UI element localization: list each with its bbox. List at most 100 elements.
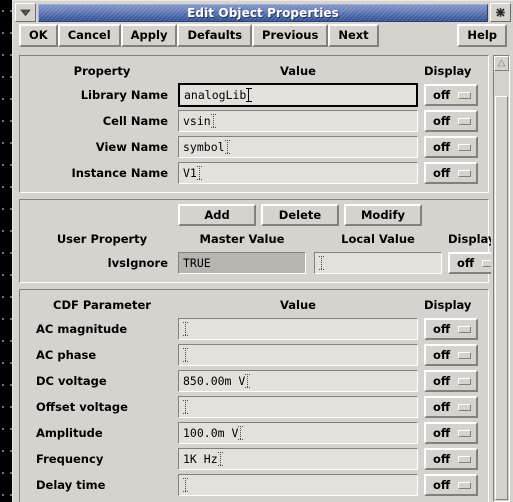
amplitude-display-value: off — [433, 426, 451, 440]
option-menu-indicator-icon — [458, 455, 471, 463]
ac-magnitude-input[interactable] — [178, 318, 418, 340]
cdf-header-name: CDF Parameter — [53, 298, 151, 312]
table-row: View Name symbol off — [26, 134, 482, 160]
dc-voltage-input[interactable]: 850.00m V — [178, 370, 418, 392]
offset-voltage-display-value: off — [433, 400, 451, 414]
lvsignore-display-value: off — [457, 256, 475, 270]
delay-time-input[interactable] — [178, 474, 418, 496]
frequency-display-menu[interactable]: off — [424, 448, 478, 470]
ac-phase-label: AC phase — [36, 348, 97, 362]
table-row: Cell Name vsin off — [26, 108, 482, 134]
modify-button[interactable]: Modify — [344, 204, 422, 226]
edit-object-properties-window: Edit Object Properties OK Cancel Apply D… — [12, 0, 513, 502]
triangle-up-icon — [497, 57, 506, 70]
text-caret — [183, 322, 189, 336]
view-name-label: View Name — [95, 140, 168, 154]
offset-voltage-input[interactable] — [178, 396, 418, 418]
dialog-content: Property Value Display Library Name anal… — [17, 55, 491, 502]
instance-name-display-menu[interactable]: off — [424, 162, 478, 184]
option-menu-indicator-icon — [458, 403, 471, 411]
table-row: DC voltage 850.00m V off — [26, 368, 482, 394]
user-property-header-local: Local Value — [341, 232, 415, 246]
cell-name-display-value: off — [433, 114, 451, 128]
window-close-button[interactable] — [490, 3, 511, 22]
add-button[interactable]: Add — [178, 204, 256, 226]
text-caret — [210, 114, 217, 128]
user-property-header-display: Display — [448, 232, 491, 246]
ac-phase-input[interactable] — [178, 344, 418, 366]
text-caret — [245, 374, 252, 388]
frequency-label: Frequency — [36, 452, 104, 466]
instance-name-label: Instance Name — [71, 166, 168, 180]
cdf-header-row: CDF Parameter Value Display — [26, 294, 482, 316]
property-header-name: Property — [73, 64, 131, 78]
user-property-button-row: Add Delete Modify — [26, 204, 482, 226]
option-menu-indicator-icon — [458, 117, 471, 125]
scroll-up-button[interactable] — [494, 56, 509, 71]
vertical-scrollbar[interactable] — [493, 55, 510, 502]
cell-name-input[interactable]: vsin — [178, 110, 418, 132]
offset-voltage-display-menu[interactable]: off — [424, 396, 478, 418]
lvsignore-local-value-input[interactable] — [314, 252, 442, 274]
property-header-row: Property Value Display — [26, 60, 482, 82]
dc-voltage-label: DC voltage — [36, 374, 107, 388]
user-property-header-master: Master Value — [199, 232, 285, 246]
option-menu-indicator-icon — [458, 429, 471, 437]
library-name-display-menu[interactable]: off — [424, 84, 478, 106]
ac-magnitude-display-menu[interactable]: off — [424, 318, 478, 340]
library-name-input[interactable]: analogLib — [178, 83, 418, 107]
text-caret — [224, 140, 231, 154]
instance-name-value: V1 — [183, 166, 197, 180]
table-row: AC phase off — [26, 342, 482, 368]
text-caret — [246, 88, 253, 102]
table-row: Instance Name V1 off — [26, 160, 482, 186]
view-name-input[interactable]: symbol — [178, 136, 418, 158]
window-titlebar: Edit Object Properties — [13, 1, 513, 22]
instance-name-input[interactable]: V1 — [178, 162, 418, 184]
property-header-display: Display — [424, 64, 472, 78]
text-caret — [183, 400, 189, 414]
window-title: Edit Object Properties — [187, 5, 339, 20]
library-name-display-value: off — [433, 88, 451, 102]
chevron-down-icon — [19, 7, 32, 18]
defaults-button[interactable]: Defaults — [177, 24, 253, 47]
dc-voltage-display-value: off — [433, 374, 451, 388]
property-section: Property Value Display Library Name anal… — [19, 55, 489, 193]
next-button[interactable]: Next — [328, 24, 379, 47]
option-menu-indicator-icon — [458, 351, 471, 359]
table-row: Offset voltage off — [26, 394, 482, 420]
amplitude-input[interactable]: 100.0m V — [178, 422, 418, 444]
delay-time-display-menu[interactable]: off — [424, 474, 478, 496]
table-row: Amplitude 100.0m V off — [26, 420, 482, 446]
cell-name-display-menu[interactable]: off — [424, 110, 478, 132]
lvsignore-master-value: TRUE — [183, 256, 211, 270]
delete-button[interactable]: Delete — [261, 204, 339, 226]
amplitude-display-menu[interactable]: off — [424, 422, 478, 444]
lvsignore-display-menu[interactable]: off — [448, 252, 491, 274]
ok-button[interactable]: OK — [19, 24, 58, 47]
lvsignore-label: lvsIgnore — [107, 256, 168, 270]
ac-magnitude-label: AC magnitude — [36, 322, 128, 336]
library-name-value: analogLib — [184, 88, 247, 102]
window-menu-button[interactable] — [15, 3, 36, 22]
text-caret — [238, 426, 245, 440]
dc-voltage-display-menu[interactable]: off — [424, 370, 478, 392]
previous-button[interactable]: Previous — [252, 24, 329, 47]
ac-magnitude-display-value: off — [433, 322, 451, 336]
instance-name-display-value: off — [433, 166, 451, 180]
user-property-header-row: User Property Master Value Local Value D… — [26, 228, 491, 250]
help-button[interactable]: Help — [457, 24, 507, 47]
apply-button[interactable]: Apply — [120, 24, 178, 47]
scrollbar-thumb[interactable] — [495, 96, 508, 500]
ac-phase-display-menu[interactable]: off — [424, 344, 478, 366]
cancel-button[interactable]: Cancel — [57, 24, 121, 47]
dialog-action-bar: OK Cancel Apply Defaults Previous Next H… — [13, 22, 513, 49]
table-row: Frequency 1K Hz off — [26, 446, 482, 472]
user-property-header-name: User Property — [56, 232, 148, 246]
amplitude-value: 100.0m V — [183, 426, 239, 440]
text-caret — [196, 166, 203, 180]
option-menu-indicator-icon — [458, 143, 471, 151]
frequency-input[interactable]: 1K Hz — [178, 448, 418, 470]
view-name-display-menu[interactable]: off — [424, 136, 478, 158]
cdf-header-value: Value — [280, 298, 316, 312]
